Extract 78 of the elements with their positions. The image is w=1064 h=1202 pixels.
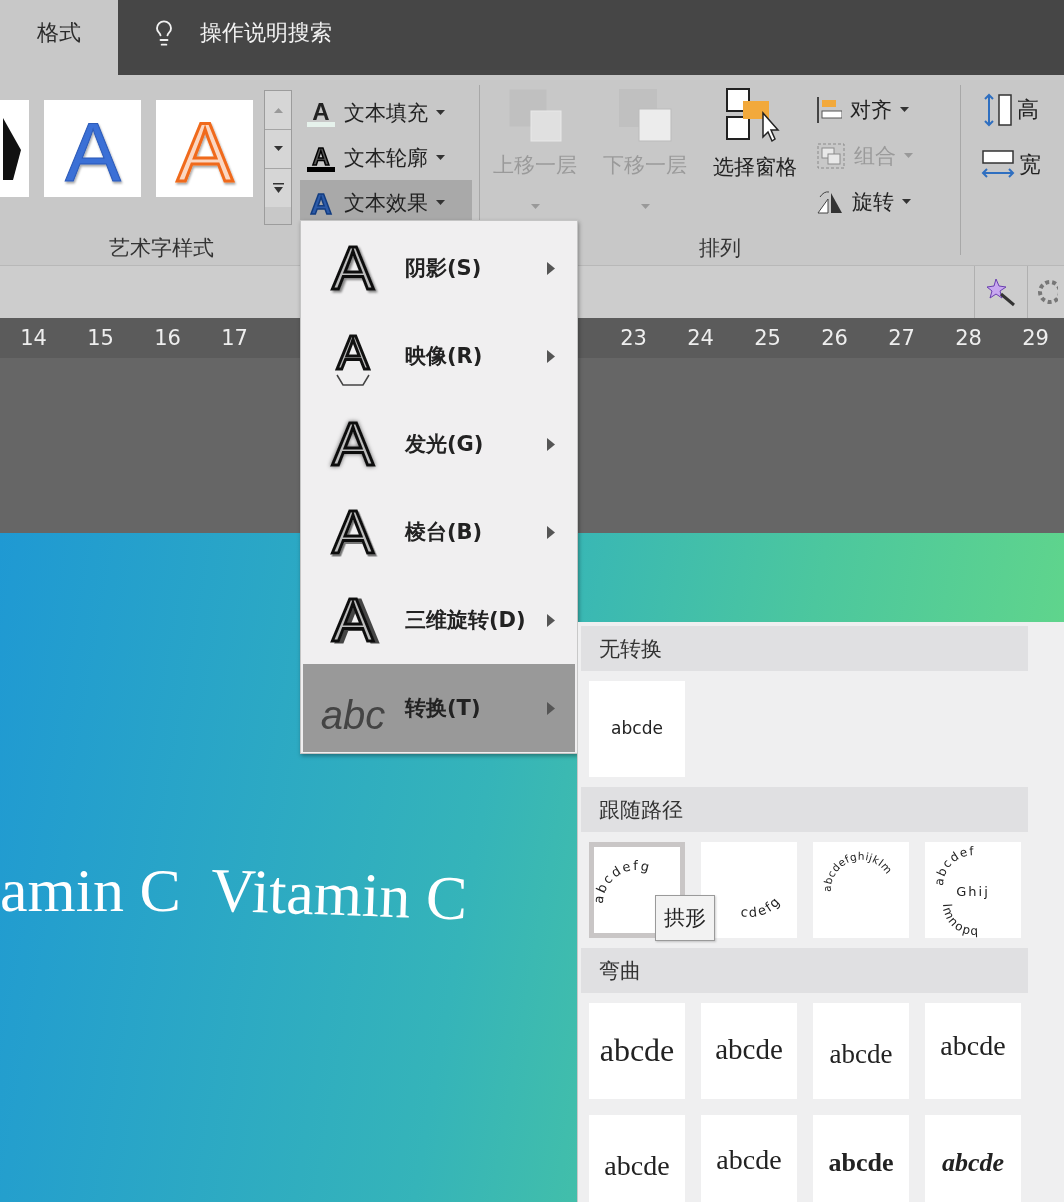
ruler-number: 16 <box>153 326 182 350</box>
section-header: 跟随路径 <box>581 787 1028 832</box>
rotation-effect-icon: A <box>317 589 389 651</box>
caret-icon <box>436 154 445 161</box>
section-header: 弯曲 <box>581 948 1028 993</box>
caret-icon <box>902 199 911 205</box>
bring-forward-icon <box>507 87 563 145</box>
shadow-effect-icon: A <box>317 237 389 299</box>
caret-icon <box>904 153 913 159</box>
transform-option[interactable]: abcde <box>701 1115 797 1202</box>
size-field[interactable]: 高 <box>981 93 1041 127</box>
wordart-style-preview <box>2 117 21 180</box>
submenu-arrow-icon <box>547 613 555 627</box>
ruler-number: 26 <box>820 326 849 350</box>
effect-menu-item[interactable]: A 三维旋转(D) <box>303 576 575 664</box>
tell-me-search[interactable]: 操作说明搜索 <box>200 17 332 48</box>
gallery-more-button[interactable] <box>265 169 291 207</box>
text-effect-icon: A <box>306 187 336 218</box>
transform-option[interactable]: abcde <box>925 1003 1021 1099</box>
submenu-arrow-icon <box>547 701 555 715</box>
ruler-number: 17 <box>220 326 249 350</box>
group-icon <box>816 142 846 170</box>
wordart-style-thumbnail[interactable]: A <box>44 100 141 197</box>
rotate-icon <box>816 189 844 215</box>
bevel-effect-icon: A <box>317 501 389 563</box>
caret-icon <box>640 204 650 210</box>
section-header: 无转换 <box>581 626 1028 671</box>
effect-menu-item[interactable]: A 棱台(B) <box>303 488 575 576</box>
size-field[interactable]: 宽 <box>981 149 1041 181</box>
transform-option[interactable]: abcde <box>589 1003 685 1099</box>
slide-text: Vitamin C <box>209 854 469 935</box>
caret-icon <box>900 107 909 113</box>
slide-text: amin C <box>0 855 181 926</box>
submenu-arrow-icon <box>547 525 555 539</box>
arrange-menu-button[interactable]: 对齐 <box>816 87 913 133</box>
transform-effect-icon: abc <box>317 677 389 739</box>
ruler-number: 28 <box>954 326 983 350</box>
send-backward-icon <box>617 87 673 145</box>
transform-option[interactable]: abcde <box>813 1003 909 1099</box>
ribbon-tab[interactable]: 格式 <box>0 0 118 75</box>
height-icon <box>981 93 1013 127</box>
wordart-style-preview: A <box>57 110 128 187</box>
align-icon <box>816 96 842 124</box>
tooltip: 拱形 <box>655 895 715 941</box>
ruler-number: 27 <box>887 326 916 350</box>
more-icon <box>272 182 284 194</box>
ruler-number: 14 <box>19 326 48 350</box>
caret-icon <box>530 204 540 210</box>
caret-icon <box>436 199 445 206</box>
ruler-number: 25 <box>753 326 782 350</box>
transform-option[interactable]: abcde <box>589 1115 685 1202</box>
effect-menu-item[interactable]: A 发光(G) <box>303 400 575 488</box>
effect-menu-item[interactable]: A 阴影(S) <box>303 224 575 312</box>
submenu-arrow-icon <box>547 437 555 451</box>
ruler-number: 15 <box>86 326 115 350</box>
ruler-number: 23 <box>619 326 648 350</box>
scroll-down-button[interactable] <box>265 130 291 169</box>
caret-icon <box>436 109 445 116</box>
effect-menu-item[interactable]: A 映像(R) <box>303 312 575 400</box>
group-label: 艺术字样式 <box>108 235 214 262</box>
transform-option[interactable]: abcde <box>813 1115 909 1202</box>
caret-icon <box>273 146 283 152</box>
submenu-arrow-icon <box>547 261 555 275</box>
transform-option[interactable]: abcde <box>589 681 685 777</box>
effect-menu-item[interactable]: abc 转换(T) <box>303 664 575 752</box>
text-format-button[interactable]: A 文本轮廓 <box>300 135 472 180</box>
arrange-menu-button[interactable]: 旋转 <box>816 179 913 225</box>
caret-up-icon <box>273 107 283 113</box>
submenu-arrow-icon <box>547 349 555 363</box>
ruler-number: 29 <box>1021 326 1050 350</box>
transform-option[interactable]: abcde <box>925 1115 1021 1202</box>
ruler-number: 24 <box>686 326 715 350</box>
wordart-style-preview: A <box>169 110 240 187</box>
group-label: 排列 <box>699 235 741 262</box>
glow-effect-icon: A <box>317 413 389 475</box>
transform-option[interactable]: abcde <box>701 1003 797 1099</box>
text-format-button[interactable]: A 文本填充 <box>300 90 472 135</box>
arrange-button[interactable]: 选择窗格 <box>700 87 810 225</box>
